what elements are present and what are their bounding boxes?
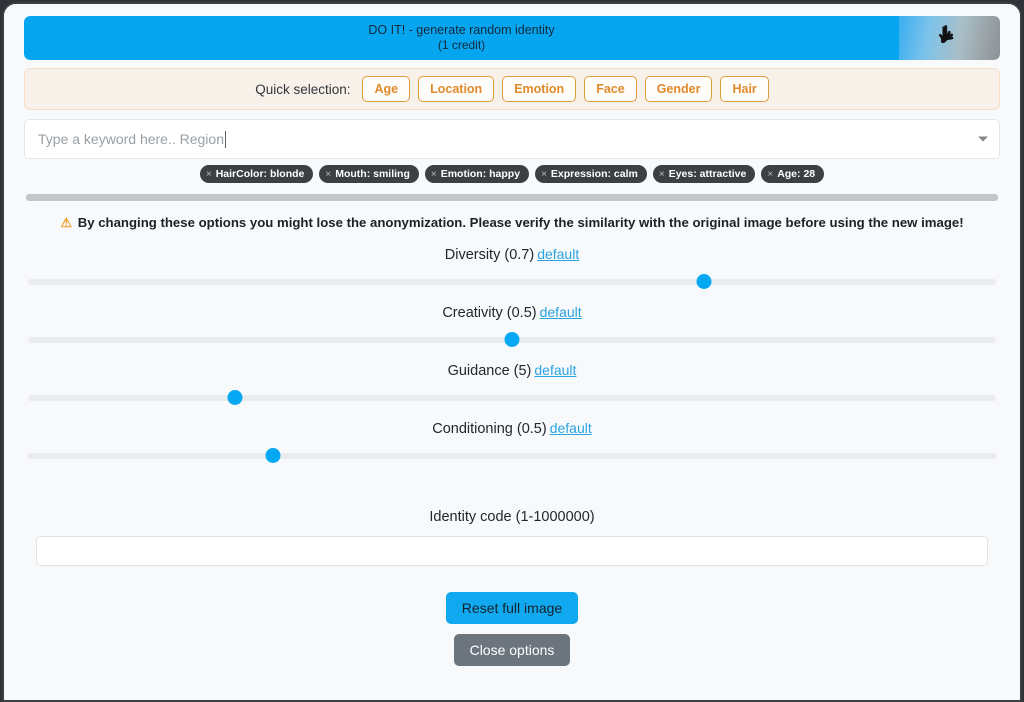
- pointing-hand-cursor-icon: [938, 25, 956, 45]
- slider-default-link-creativity[interactable]: default: [540, 304, 582, 320]
- browser-window-frame: DO IT! - generate random identity (1 cre…: [2, 2, 1022, 702]
- tag-remove-icon[interactable]: ×: [325, 169, 331, 180]
- quick-select-gender-button[interactable]: Gender: [645, 76, 713, 102]
- page-body: DO IT! - generate random identity (1 cre…: [4, 4, 1020, 702]
- slider-diversity[interactable]: [28, 275, 996, 289]
- slider-label-row: Conditioning (0.5)default: [4, 420, 1020, 437]
- quick-select-face-button[interactable]: Face: [584, 76, 637, 102]
- text-caret: [225, 131, 226, 148]
- tag-remove-icon[interactable]: ×: [767, 169, 773, 180]
- tag-remove-icon[interactable]: ×: [541, 169, 547, 180]
- generate-banner-row: DO IT! - generate random identity (1 cre…: [24, 16, 1000, 60]
- slider-group-guidance: Guidance (5)default: [4, 362, 1020, 405]
- slider-conditioning[interactable]: [28, 449, 996, 463]
- slider-track[interactable]: [28, 279, 996, 285]
- slider-thumb-guidance[interactable]: [228, 390, 243, 405]
- quick-select-hair-button[interactable]: Hair: [720, 76, 768, 102]
- tag-chip[interactable]: × Eyes: attractive: [653, 165, 755, 183]
- keyword-placeholder-text: Type a keyword here.. Region: [38, 131, 224, 147]
- generate-credit: (1 credit): [438, 38, 485, 53]
- section-divider: [26, 194, 998, 201]
- identity-code-input[interactable]: [36, 536, 988, 566]
- slider-label-row: Diversity (0.7)default: [4, 246, 1020, 263]
- close-options-button[interactable]: Close options: [454, 634, 571, 666]
- tag-chip[interactable]: × Emotion: happy: [425, 165, 529, 183]
- slider-label-row: Guidance (5)default: [4, 362, 1020, 379]
- slider-thumb-creativity[interactable]: [505, 332, 520, 347]
- generate-title: DO IT! - generate random identity: [368, 23, 554, 38]
- slider-label-guidance: Guidance (5): [448, 363, 532, 379]
- slider-label-creativity: Creativity (0.5): [442, 305, 536, 321]
- tag-remove-icon[interactable]: ×: [431, 169, 437, 180]
- slider-group-diversity: Diversity (0.7)default: [4, 246, 1020, 289]
- selected-attribute-tags: × HairColor: blonde × Mouth: smiling × E…: [24, 165, 1000, 183]
- anonymization-warning: ⚠ By changing these options you might lo…: [4, 215, 1020, 231]
- keyword-input-box[interactable]: Type a keyword here.. Region: [24, 119, 1000, 159]
- slider-guidance[interactable]: [28, 391, 996, 405]
- footer-actions: Reset full image Close options: [4, 592, 1020, 666]
- slider-default-link-conditioning[interactable]: default: [550, 420, 592, 436]
- tag-chip[interactable]: × Mouth: smiling: [319, 165, 419, 183]
- quick-selection-label: Quick selection:: [255, 82, 350, 97]
- warning-text: By changing these options you might lose…: [78, 215, 964, 230]
- slider-default-link-diversity[interactable]: default: [537, 246, 579, 262]
- keyword-combobox[interactable]: Type a keyword here.. Region: [24, 119, 1000, 159]
- slider-default-link-guidance[interactable]: default: [534, 362, 576, 378]
- quick-select-age-button[interactable]: Age: [362, 76, 410, 102]
- reset-full-image-button[interactable]: Reset full image: [446, 592, 578, 624]
- chevron-down-icon[interactable]: [978, 137, 988, 142]
- slider-thumb-diversity[interactable]: [696, 274, 711, 289]
- tag-label: Emotion: happy: [441, 168, 520, 180]
- tag-chip[interactable]: × Age: 28: [761, 165, 824, 183]
- slider-label-conditioning: Conditioning (0.5): [432, 421, 546, 437]
- slider-group-conditioning: Conditioning (0.5)default: [4, 420, 1020, 463]
- tag-remove-icon[interactable]: ×: [206, 169, 212, 180]
- slider-label-diversity: Diversity (0.7): [445, 247, 534, 263]
- slider-label-row: Creativity (0.5)default: [4, 304, 1020, 321]
- generate-random-identity-button[interactable]: DO IT! - generate random identity (1 cre…: [24, 16, 899, 60]
- warning-triangle-icon: ⚠: [60, 215, 72, 230]
- slider-thumb-conditioning[interactable]: [265, 448, 280, 463]
- tag-label: Age: 28: [777, 168, 815, 180]
- tag-label: Expression: calm: [551, 168, 638, 180]
- tag-chip[interactable]: × Expression: calm: [535, 165, 647, 183]
- slider-track[interactable]: [28, 453, 996, 459]
- slider-creativity[interactable]: [28, 333, 996, 347]
- tag-label: HairColor: blonde: [216, 168, 305, 180]
- identity-code-label: Identity code (1-1000000): [4, 509, 1020, 525]
- tag-label: Eyes: attractive: [669, 168, 747, 180]
- generate-banner-hover-area[interactable]: [899, 16, 1000, 60]
- tag-chip[interactable]: × HairColor: blonde: [200, 165, 314, 183]
- slider-group-creativity: Creativity (0.5)default: [4, 304, 1020, 347]
- slider-track[interactable]: [28, 395, 996, 401]
- quick-select-emotion-button[interactable]: Emotion: [502, 76, 576, 102]
- tag-remove-icon[interactable]: ×: [659, 169, 665, 180]
- quick-select-location-button[interactable]: Location: [418, 76, 494, 102]
- tag-label: Mouth: smiling: [335, 168, 410, 180]
- quick-selection-bar: Quick selection: Age Location Emotion Fa…: [24, 68, 1000, 110]
